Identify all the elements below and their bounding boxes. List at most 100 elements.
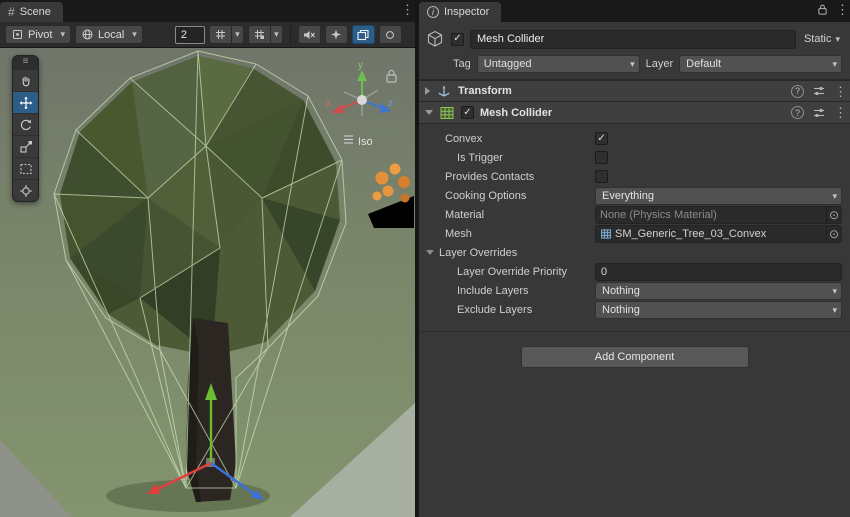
scene-tab-label: Scene [20,6,51,18]
dropdown-caret-icon[interactable] [231,25,244,44]
presets-icon[interactable] [812,84,826,98]
scene-menu-icon[interactable] [401,3,411,16]
is-trigger-checkbox[interactable] [595,151,608,164]
gameobject-cube-icon [425,29,445,49]
grid-visibility-dropdown[interactable] [209,25,244,44]
mesh-collider-body: Convex ✓ Is Trigger Provides Contacts Co… [419,124,850,323]
material-row: Material None (Physics Material) [419,205,850,224]
handle-rotation-dropdown[interactable]: Local [75,25,143,44]
scene-effects-toggle[interactable] [325,25,348,44]
exclude-layers-dropdown[interactable]: Nothing [595,301,842,319]
effects-star-icon [329,28,343,42]
tools-overlay-handle[interactable] [13,56,38,69]
mesh-object-field[interactable]: SM_Generic_Tree_03_Convex [595,225,842,243]
provides-contacts-checkbox[interactable] [595,170,608,183]
layers-icon [356,28,370,42]
scene-audio-toggle[interactable] [298,25,321,44]
tag-label: Tag [453,58,471,70]
grid-snap-dropdown[interactable] [248,25,283,44]
cooking-options-row: Cooking Options Everything [419,186,850,205]
scene-visibility-toggle[interactable] [352,25,375,44]
component-menu-icon[interactable] [834,106,844,119]
rect-icon [19,162,33,176]
layer-dropdown[interactable]: Default [679,55,842,73]
axis-y-label: y [358,60,363,71]
scene-camera-toggle[interactable] [379,25,402,44]
inspector-panel: Inspector ✓ Static [419,0,850,517]
mesh-collider-title: Mesh Collider [480,107,552,119]
view-tool-button[interactable] [13,69,38,91]
transform-tool-button[interactable] [13,179,38,201]
rect-tool-button[interactable] [13,157,38,179]
scene-viewport[interactable]: y x z Iso [0,48,415,517]
axis-z-label: z [388,98,393,109]
tag-dropdown[interactable]: Untagged [477,55,640,73]
inspector-tabstrip: Inspector [419,0,850,22]
gameobject-active-checkbox[interactable]: ✓ [451,33,464,46]
convex-label: Convex [445,133,595,145]
add-component-section: Add Component [419,331,850,378]
cooking-options-value: Everything [602,190,654,202]
tag-value: Untagged [484,58,532,70]
layer-override-priority-input[interactable] [595,263,842,281]
help-icon[interactable] [791,106,804,119]
scene-toolbar: Pivot Local [0,22,415,48]
component-menu-icon[interactable] [834,85,844,98]
checkmark: ✓ [463,108,471,118]
camera-icon [383,28,397,42]
static-dropdown[interactable]: Static [802,33,842,45]
exclude-layers-label: Exclude Layers [445,304,595,316]
pivot-dropdown[interactable]: Pivot [5,25,71,44]
include-layers-dropdown[interactable]: Nothing [595,282,842,300]
convex-checkbox[interactable]: ✓ [595,132,608,145]
object-picker-icon[interactable] [826,226,841,242]
scene-panel: Scene Pivot Local [0,0,415,517]
object-picker-icon[interactable] [826,207,841,223]
is-trigger-row: Is Trigger [419,148,850,167]
grid-icon [209,25,231,44]
inspector-lock-icon[interactable] [817,3,828,16]
foldout-arrow-icon[interactable] [425,87,430,95]
gameobject-header: ✓ Static Tag Untagged Layer Default [419,22,850,80]
layer-overrides-label: Layer Overrides [439,247,517,259]
dropdown-caret-icon [60,29,65,40]
cooking-options-dropdown[interactable]: Everything [595,187,842,205]
inspector-menu-icon[interactable] [836,3,846,16]
dropdown-caret-icon [132,29,137,40]
mesh-collider-component-icon [439,105,455,121]
scene-view: y x z Iso [0,48,415,517]
mesh-collider-component-header[interactable]: ✓ Mesh Collider [419,102,850,124]
move-tool-button[interactable] [13,91,38,113]
iso-label: Iso [358,136,373,148]
mesh-value: SM_Generic_Tree_03_Convex [615,228,826,240]
grid-size-input[interactable] [175,26,205,44]
move-icon [19,96,33,110]
presets-icon[interactable] [812,106,826,120]
gameobject-name-field[interactable] [470,30,796,49]
rotate-tool-button[interactable] [13,113,38,135]
globe-icon [81,28,94,41]
dropdown-caret-icon[interactable] [270,25,283,44]
checkmark: ✓ [597,134,605,144]
scale-tool-button[interactable] [13,135,38,157]
material-value: None (Physics Material) [600,209,826,221]
tools-overlay [12,55,39,202]
transform-component-icon [436,83,452,99]
transform-component-header[interactable]: Transform [419,80,850,102]
layer-value: Default [686,58,721,70]
layer-overrides-foldout[interactable]: Layer Overrides [419,243,850,262]
static-label: Static [804,33,832,45]
foldout-arrow-icon[interactable] [425,110,433,115]
provides-contacts-row: Provides Contacts [419,167,850,186]
add-component-button[interactable]: Add Component [521,346,749,368]
inspector-tab-label: Inspector [444,6,489,18]
tab-inspector[interactable]: Inspector [419,2,501,22]
help-icon[interactable] [791,85,804,98]
mesh-row: Mesh SM_Generic_Tree_03_Convex [419,224,850,243]
material-object-field[interactable]: None (Physics Material) [595,206,842,224]
tab-scene[interactable]: Scene [0,2,63,22]
include-layers-value: Nothing [602,285,640,297]
foldout-arrow-icon[interactable] [426,250,434,255]
component-enabled-checkbox[interactable]: ✓ [461,106,474,119]
scene-tabstrip: Scene [0,0,415,22]
